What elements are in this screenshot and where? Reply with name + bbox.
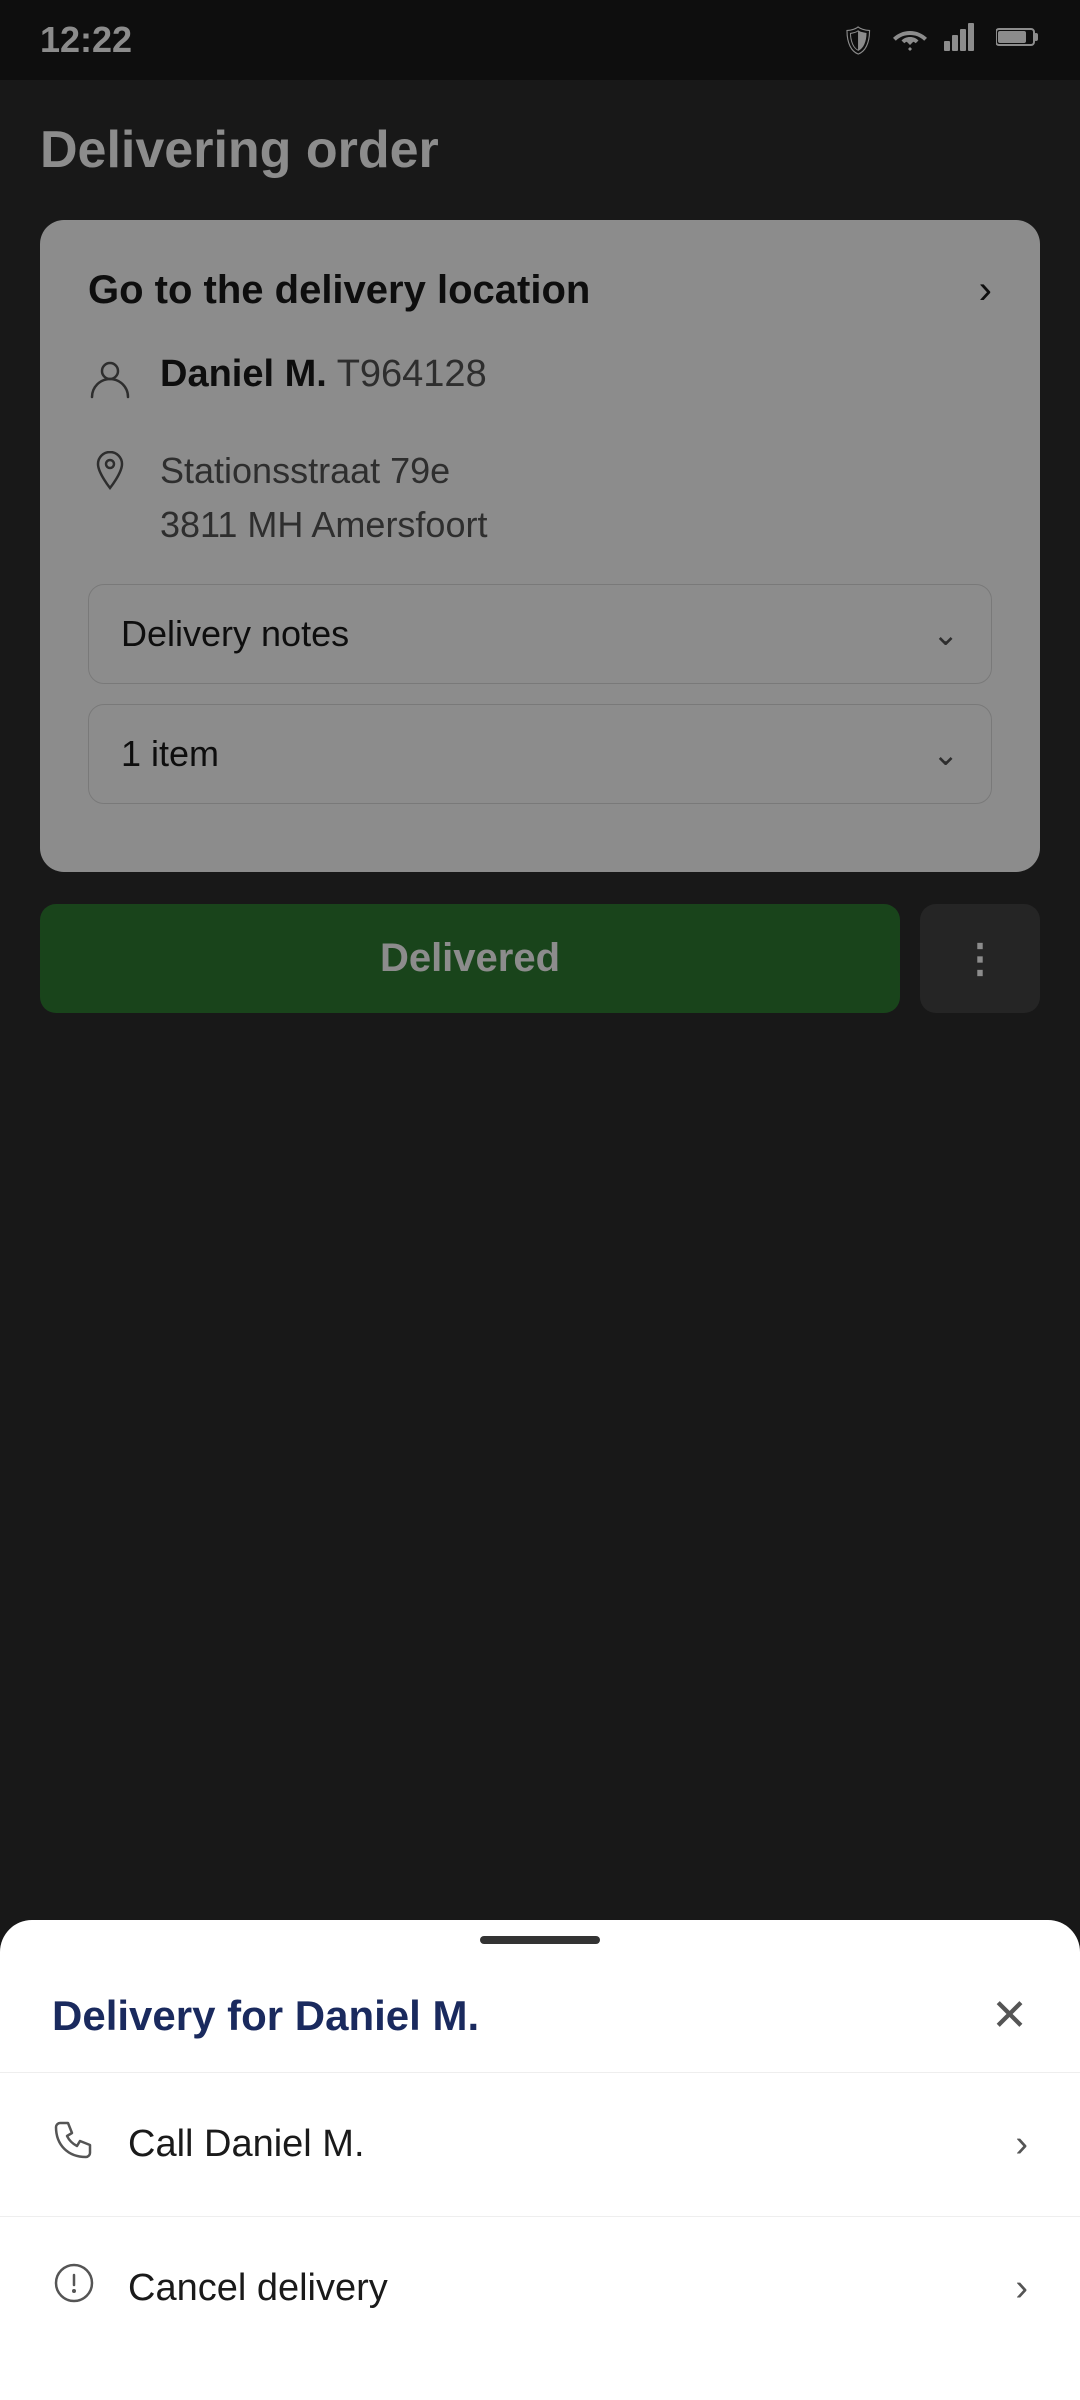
close-button[interactable]: ✕ [991, 1994, 1028, 2038]
scroll-indicator [480, 1936, 600, 1944]
bottom-sheet-title: Delivery for Daniel M. [52, 1992, 479, 2040]
call-item[interactable]: Call Daniel M. › [0, 2073, 1080, 2217]
alert-circle-icon [52, 2261, 96, 2316]
phone-icon [52, 2117, 96, 2172]
cancel-item-chevron-icon: › [1015, 2267, 1028, 2310]
call-item-left: Call Daniel M. [52, 2117, 365, 2172]
bottom-sheet: Delivery for Daniel M. ✕ Call Daniel M. … [0, 1920, 1080, 2400]
cancel-item-left: Cancel delivery [52, 2261, 388, 2316]
cancel-item[interactable]: Cancel delivery › [0, 2217, 1080, 2360]
bottom-sheet-header: Delivery for Daniel M. ✕ [0, 1944, 1080, 2073]
call-item-label: Call Daniel M. [128, 2123, 365, 2166]
call-item-chevron-icon: › [1015, 2123, 1028, 2166]
cancel-item-label: Cancel delivery [128, 2267, 388, 2310]
